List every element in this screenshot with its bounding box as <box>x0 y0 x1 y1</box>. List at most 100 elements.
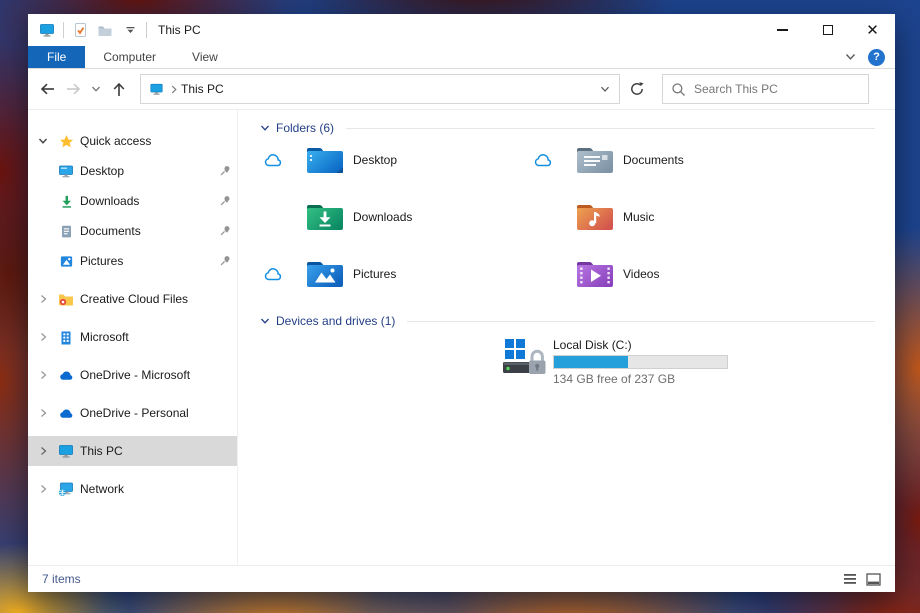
items-view: Folders (6) Desktop Documents Downloads … <box>238 110 895 565</box>
close-button[interactable]: ✕ <box>850 14 895 46</box>
search-icon <box>671 82 686 97</box>
building-icon <box>58 329 74 345</box>
group-divider <box>346 127 875 129</box>
tab-view[interactable]: View <box>174 46 236 68</box>
creative-cloud-folder-icon <box>58 291 74 307</box>
breadcrumb-chevron-icon[interactable] <box>171 85 177 94</box>
tab-file[interactable]: File <box>28 46 86 68</box>
refresh-button[interactable] <box>620 74 654 104</box>
drive-capacity-bar-fill <box>554 356 629 368</box>
address-bar[interactable]: This PC <box>140 74 620 104</box>
sidebar-item-label: Network <box>80 482 125 496</box>
maximize-button[interactable] <box>805 14 850 46</box>
folder-tile-label: Videos <box>623 267 660 281</box>
sidebar-item-quick-access[interactable]: Quick access <box>28 126 237 156</box>
downloads-icon <box>58 193 74 209</box>
star-icon <box>58 133 74 149</box>
drive-name: Local Disk (C:) <box>553 338 632 352</box>
sidebar-item-label: Downloads <box>80 194 140 208</box>
separator <box>146 22 147 38</box>
sidebar-item-onedrive-microsoft[interactable]: OneDrive - Microsoft <box>28 360 237 390</box>
folders-grid: Desktop Documents Downloads Music Pictur… <box>264 138 804 309</box>
sidebar-item-documents[interactable]: Documents <box>28 216 237 246</box>
folder-desktop-icon <box>307 148 343 173</box>
window-title: This PC <box>158 23 201 37</box>
chevron-down-icon <box>261 125 269 131</box>
sidebar-item-label: Creative Cloud Files <box>80 292 189 306</box>
sidebar-item-downloads[interactable]: Downloads <box>28 186 237 216</box>
chevron-right-icon[interactable] <box>36 446 50 456</box>
sidebar-item-label: Desktop <box>80 164 125 178</box>
collapse-ribbon-chevron-icon[interactable] <box>845 53 856 61</box>
search-input[interactable] <box>694 82 860 96</box>
folder-tile-label: Pictures <box>353 267 397 281</box>
group-divider <box>407 320 875 322</box>
sidebar-item-onedrive-personal[interactable]: OneDrive - Personal <box>28 398 237 428</box>
folder-tile-pictures[interactable]: Pictures <box>264 252 534 296</box>
sidebar-item-this-pc[interactable]: This PC <box>28 436 237 466</box>
folder-videos-icon <box>577 262 613 287</box>
cloud-sync-icon <box>534 153 552 166</box>
chevron-right-icon[interactable] <box>36 408 50 418</box>
new-folder-icon[interactable] <box>96 21 114 39</box>
address-dropdown-chevron-icon[interactable] <box>591 75 619 103</box>
back-button[interactable] <box>34 76 60 102</box>
onedrive-cloud-icon <box>58 367 74 383</box>
sidebar-item-label: Quick access <box>80 134 152 148</box>
quick-access-toolbar: This PC <box>28 21 201 39</box>
folder-tile-documents[interactable]: Documents <box>534 138 804 182</box>
pin-icon <box>219 164 233 178</box>
chevron-right-icon[interactable] <box>36 484 50 494</box>
folder-tile-videos[interactable]: Videos <box>534 252 804 296</box>
minimize-button[interactable] <box>760 14 805 46</box>
this-pc-icon <box>149 82 164 96</box>
help-button[interactable]: ? <box>868 48 885 66</box>
cloud-sync-icon <box>264 267 282 280</box>
folder-tile-desktop[interactable]: Desktop <box>264 138 534 182</box>
onedrive-cloud-icon <box>58 405 74 421</box>
drive-tile-local-disk-c[interactable]: Local Disk (C:) 134 GB free of 237 GB <box>502 336 728 386</box>
thumbnail-view-icon[interactable] <box>866 572 881 586</box>
sidebar-item-label: Pictures <box>80 254 124 268</box>
sidebar-item-desktop[interactable]: Desktop <box>28 156 237 186</box>
title-bar: This PC ✕ <box>28 14 895 46</box>
customize-quick-access-dropdown-icon[interactable] <box>121 21 139 39</box>
tab-computer-label: Computer <box>103 50 157 64</box>
up-button[interactable] <box>106 76 132 102</box>
group-header-folders[interactable]: Folders (6) <box>260 120 875 136</box>
status-bar: 7 items <box>28 565 895 592</box>
details-view-icon[interactable] <box>843 573 857 585</box>
file-explorer-window: This PC ✕ File Computer View ? This PC S… <box>28 14 895 592</box>
breadcrumb[interactable]: This PC <box>181 82 224 96</box>
folder-tile-downloads[interactable]: Downloads <box>264 195 534 239</box>
group-header-devices[interactable]: Devices and drives (1) <box>260 313 875 329</box>
group-header-label: Folders (6) <box>276 121 335 135</box>
this-pc-icon <box>58 443 74 459</box>
search-box[interactable] <box>662 74 869 104</box>
chevron-down-icon <box>261 318 269 324</box>
sidebar-item-microsoft[interactable]: Microsoft <box>28 322 237 352</box>
navigation-pane: Quick access Desktop Downloads Documents… <box>28 110 238 565</box>
chevron-right-icon[interactable] <box>36 294 50 304</box>
properties-check-icon[interactable] <box>71 21 89 39</box>
drive-capacity-bar <box>553 355 728 369</box>
chevron-right-icon[interactable] <box>36 370 50 380</box>
ribbon-tab-bar: File Computer View ? <box>28 46 895 69</box>
chevron-right-icon[interactable] <box>36 332 50 342</box>
sidebar-item-pictures[interactable]: Pictures <box>28 246 237 276</box>
chevron-down-icon[interactable] <box>36 137 50 145</box>
window-controls: ✕ <box>760 14 895 46</box>
tab-computer[interactable]: Computer <box>85 46 174 68</box>
tab-view-label: View <box>192 50 218 64</box>
separator <box>63 22 64 38</box>
sidebar-item-creative-cloud-files[interactable]: Creative Cloud Files <box>28 284 237 314</box>
folder-tile-music[interactable]: Music <box>534 195 804 239</box>
sidebar-item-label: OneDrive - Microsoft <box>80 368 191 382</box>
navigation-toolbar: This PC <box>28 69 895 110</box>
sidebar-item-network[interactable]: Network <box>28 474 237 504</box>
forward-button[interactable] <box>60 76 86 102</box>
recent-locations-chevron-icon[interactable] <box>86 76 106 102</box>
folder-tile-label: Music <box>623 210 655 224</box>
this-pc-icon <box>38 21 56 39</box>
cloud-sync-icon <box>264 153 282 166</box>
